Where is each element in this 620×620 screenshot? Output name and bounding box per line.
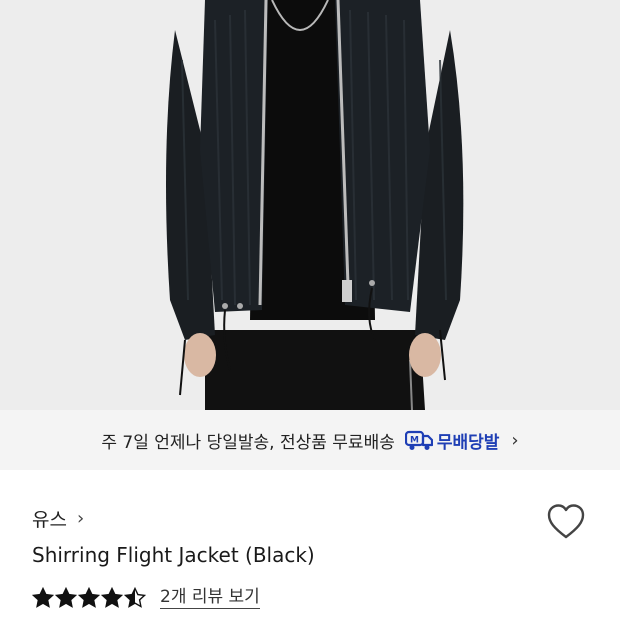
heart-icon[interactable]: [546, 502, 586, 542]
brand-name: 유스: [32, 509, 67, 531]
star-half-icon: [124, 586, 146, 608]
delivery-banner[interactable]: 주 7일 언제나 당일발송, 전상품 무료배송 M 무배당발 ›: [0, 410, 620, 470]
product-photo: [0, 0, 620, 410]
chevron-right-icon: ›: [511, 429, 519, 451]
badge-label: 무배당발: [436, 432, 500, 453]
svg-text:M: M: [410, 436, 419, 446]
delivery-message: 주 7일 언제나 당일발송, 전상품 무료배송: [101, 432, 395, 453]
free-delivery-badge: M 무배당발: [404, 428, 500, 453]
star-full-icon: [78, 586, 100, 608]
product-title: Shirring Flight Jacket (Black): [32, 543, 315, 567]
star-full-icon: [101, 586, 123, 608]
star-full-icon: [32, 586, 54, 608]
rating-row: 2개 리뷰 보기: [32, 586, 260, 609]
rating-stars: [32, 586, 146, 609]
product-image[interactable]: [0, 0, 620, 410]
review-link[interactable]: 2개 리뷰 보기: [160, 586, 260, 609]
star-full-icon: [55, 586, 77, 608]
m-delivery-truck-icon: M: [404, 430, 433, 450]
chevron-right-icon: ›: [76, 508, 85, 529]
brand-link[interactable]: 유스 ›: [32, 505, 84, 532]
